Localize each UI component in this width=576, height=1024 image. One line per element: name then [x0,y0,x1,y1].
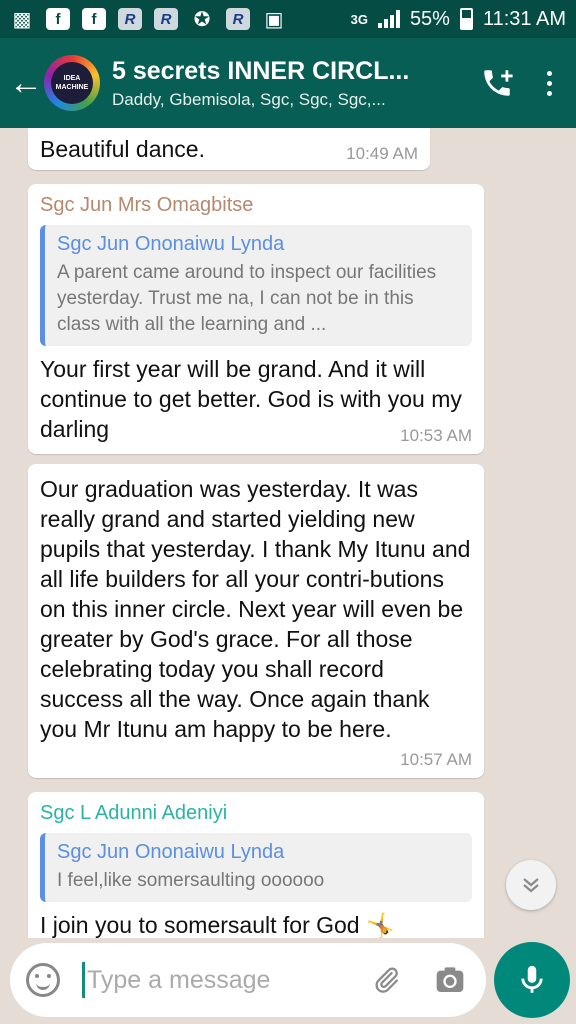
double-chevron-down-icon [523,878,539,893]
signal-icon [377,10,400,28]
clock: 11:31 AM [482,7,566,30]
facebook-icon: f [46,8,70,30]
message-bubble[interactable]: Our graduation was yesterday. It was rea… [28,464,484,778]
message-text: Our graduation was yesterday. It was rea… [40,476,471,742]
app-r-icon: R [154,8,178,30]
quoted-author: Sgc Jun Ononaiwu Lynda [57,233,285,255]
group-avatar[interactable]: IDEA MACHINE [44,55,100,111]
message-bubble[interactable]: Sgc Jun Mrs Omagbitse Sgc Jun Ononaiwu L… [28,184,484,454]
back-arrow-icon[interactable]: ← [0,64,44,103]
emoji-icon[interactable] [26,963,60,997]
quoted-text: I feel,like somersaulting oooooo [57,870,325,891]
notification-icons: ▩ f f R R ✪ R ▣ [10,8,286,31]
text-cursor [82,962,85,998]
star-icon: ✪ [193,8,211,31]
app-r-icon: R [118,8,142,30]
quoted-text: A parent came around to inspect our faci… [57,262,437,335]
quoted-message[interactable]: Sgc Jun Ononaiwu Lynda I feel,like somer… [40,833,472,902]
avatar-logo: IDEA MACHINE [51,62,93,104]
camera-icon[interactable] [430,964,470,996]
more-options-icon[interactable] [522,70,576,96]
sender-name: Sgc L Adunni Adeniyi [40,802,228,824]
message-time: 10:49 AM [346,144,418,163]
chat-title-area[interactable]: 5 secrets INNER CIRCL... Daddy, Gbemisol… [112,57,432,110]
message-list[interactable]: Beautiful dance. 10:49 AM Sgc Jun Mrs Om… [0,128,576,938]
chat-icon: ▩ [12,8,32,31]
facebook-icon: f [82,8,106,30]
microphone-icon [521,965,543,993]
network-type: 3G [350,11,368,27]
app-r-icon: R [226,8,250,30]
compose-bar [10,943,486,1017]
message-text: I join you to somersault for God 🤸 [40,912,395,938]
message-bubble[interactable]: Beautiful dance. 10:49 AM [28,128,430,170]
battery-icon [459,8,473,30]
message-time: 10:53 AM [400,426,472,445]
quoted-author: Sgc Jun Ononaiwu Lynda [57,841,285,863]
voice-record-button[interactable] [494,942,570,1018]
chat-header: ← IDEA MACHINE 5 secrets INNER CIRCL... … [0,38,576,128]
gallery-icon: ▣ [264,8,284,31]
group-members: Daddy, Gbemisola, Sgc, Sgc, Sgc,... [112,89,386,109]
sender-name: Sgc Jun Mrs Omagbitse [40,194,254,216]
battery-percent: 55% [409,7,450,30]
message-bubble[interactable]: Sgc L Adunni Adeniyi Sgc Jun Ononaiwu Ly… [28,792,484,938]
scroll-down-button[interactable] [506,860,556,910]
attach-icon[interactable] [366,965,406,995]
status-bar: ▩ f f R R ✪ R ▣ 3G 55% 11:31 AM [0,0,576,38]
group-name: 5 secrets INNER CIRCL... [112,56,410,85]
message-time: 10:57 AM [400,750,472,769]
quoted-message[interactable]: Sgc Jun Ononaiwu Lynda A parent came aro… [40,225,472,346]
add-call-icon[interactable] [472,66,522,100]
message-input[interactable] [87,965,347,995]
